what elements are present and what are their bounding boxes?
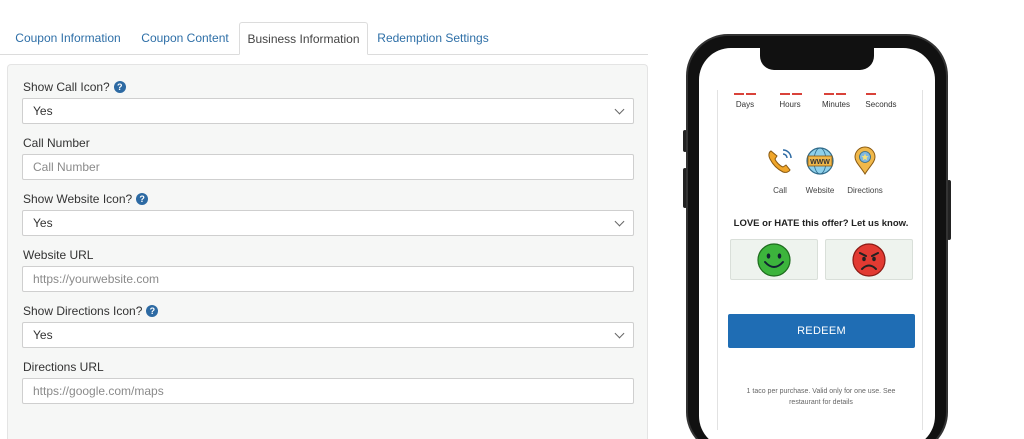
chevron-down-icon: [614, 216, 625, 226]
globe-icon-text: WWW: [810, 159, 830, 166]
fine-print: 1 taco per purchase. Valid only for one …: [746, 388, 896, 406]
help-icon[interactable]: ?: [136, 193, 149, 205]
show-directions-icon-label-text: Show Directions Icon?: [23, 304, 143, 318]
countdown-digit: [866, 93, 876, 95]
show-website-icon-select[interactable]: Yes: [22, 210, 634, 236]
show-call-icon-value: Yes: [33, 104, 53, 118]
countdown-digit: [792, 93, 802, 95]
happy-face-icon: [757, 242, 791, 277]
tab-business-information[interactable]: Business Information: [239, 22, 368, 55]
website-url-label: Website URL: [23, 248, 94, 262]
map-pin-icon[interactable]: [850, 146, 880, 176]
love-offer-button[interactable]: [730, 239, 818, 280]
website-url-input[interactable]: [22, 266, 634, 292]
tab-coupon-content[interactable]: Coupon Content: [134, 22, 236, 55]
countdown-digit: [746, 93, 756, 95]
help-icon[interactable]: ?: [113, 81, 126, 93]
help-icon[interactable]: ?: [146, 305, 159, 317]
show-website-icon-label-text: Show Website Icon?: [23, 192, 133, 206]
countdown-seconds-label: Seconds: [865, 100, 897, 109]
hate-offer-button[interactable]: [825, 239, 913, 280]
globe-icon[interactable]: WWW: [805, 146, 835, 176]
countdown-minutes-label: Minutes: [821, 100, 850, 109]
countdown-digit: [780, 93, 790, 95]
coupon-preview-card: Days Hours Minutes Seconds WWW Call Webs…: [717, 90, 923, 430]
directions-label: Directions: [847, 186, 883, 195]
phone-preview: Days Hours Minutes Seconds WWW Call Webs…: [686, 34, 948, 439]
tab-bar: Coupon Information Coupon Content Busine…: [0, 22, 648, 55]
show-call-icon-label-text: Show Call Icon?: [23, 80, 110, 94]
tab-coupon-information[interactable]: Coupon Information: [8, 22, 128, 55]
redeem-button[interactable]: REDEEM: [728, 314, 915, 348]
phone-notch: [760, 48, 874, 70]
angry-face-icon: [852, 242, 886, 277]
show-call-icon-label: Show Call Icon? ?: [23, 80, 126, 94]
countdown-digit: [836, 93, 846, 95]
countdown-hours-label: Hours: [779, 100, 801, 109]
show-directions-icon-label: Show Directions Icon? ?: [23, 304, 159, 318]
show-directions-icon-select[interactable]: Yes: [22, 322, 634, 348]
chevron-down-icon: [614, 328, 625, 338]
countdown-digit: [824, 93, 834, 95]
show-website-icon-label: Show Website Icon? ?: [23, 192, 149, 206]
website-label: Website: [805, 186, 835, 195]
call-number-input[interactable]: [22, 154, 634, 180]
tab-redemption-settings[interactable]: Redemption Settings: [372, 22, 494, 55]
feedback-title: LOVE or HATE this offer? Let us know.: [733, 218, 909, 229]
directions-url-label: Directions URL: [23, 360, 104, 374]
chevron-down-icon: [614, 104, 625, 114]
show-call-icon-select[interactable]: Yes: [22, 98, 634, 124]
phone-icon[interactable]: [765, 146, 795, 176]
show-directions-icon-value: Yes: [33, 328, 53, 342]
show-website-icon-value: Yes: [33, 216, 53, 230]
directions-url-input[interactable]: [22, 378, 634, 404]
phone-screen: Days Hours Minutes Seconds WWW Call Webs…: [699, 48, 935, 439]
business-info-form: Show Call Icon? ? Yes Call Number Show W…: [7, 64, 648, 439]
countdown-days-label: Days: [735, 100, 755, 109]
call-number-label: Call Number: [23, 136, 90, 150]
countdown-digit: [734, 93, 744, 95]
